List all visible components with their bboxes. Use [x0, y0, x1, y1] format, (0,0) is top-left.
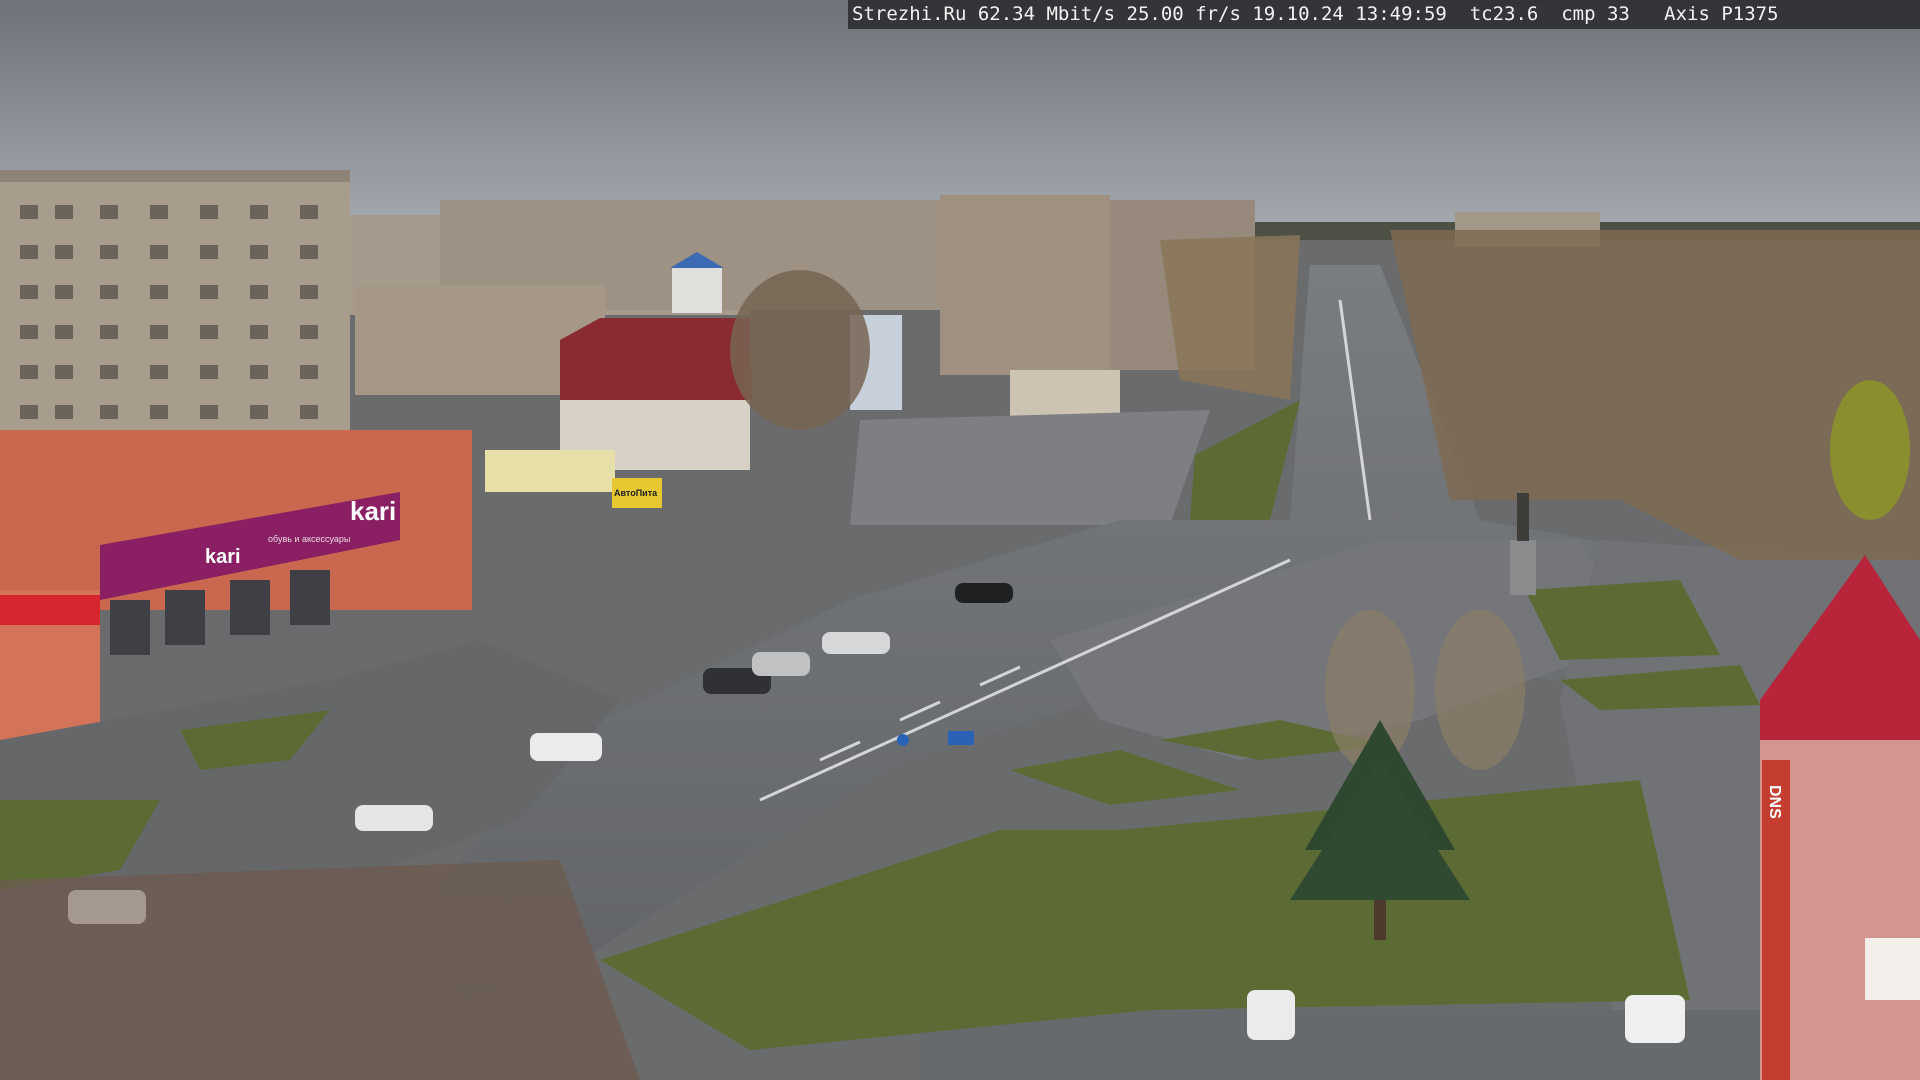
town-square [850, 410, 1210, 525]
kari-sign-small: kari [205, 546, 241, 568]
webcam-frame: kari kari обувь и аксессуары АвтоПита DN… [0, 0, 1920, 1080]
red-roof-building [560, 318, 752, 470]
kiosk-sign: АвтоПита [614, 488, 658, 498]
green-kiosk [485, 450, 615, 492]
kari-sign-subtitle: обувь и аксессуары [268, 534, 350, 544]
pavilion [1010, 370, 1120, 420]
road-sign-round [897, 734, 909, 746]
city-street-scene: kari kari обувь и аксессуары АвтоПита DN… [0, 0, 1920, 1080]
camera-overlay-text: Strezhi.Ru 62.34 Mbit/s 25.00 fr/s 19.10… [848, 0, 1920, 29]
bottom-parking [920, 1010, 1900, 1080]
dns-sign: DNS [1766, 785, 1783, 819]
road-sign-blue [948, 731, 974, 745]
kari-sign-main: kari [350, 496, 396, 526]
